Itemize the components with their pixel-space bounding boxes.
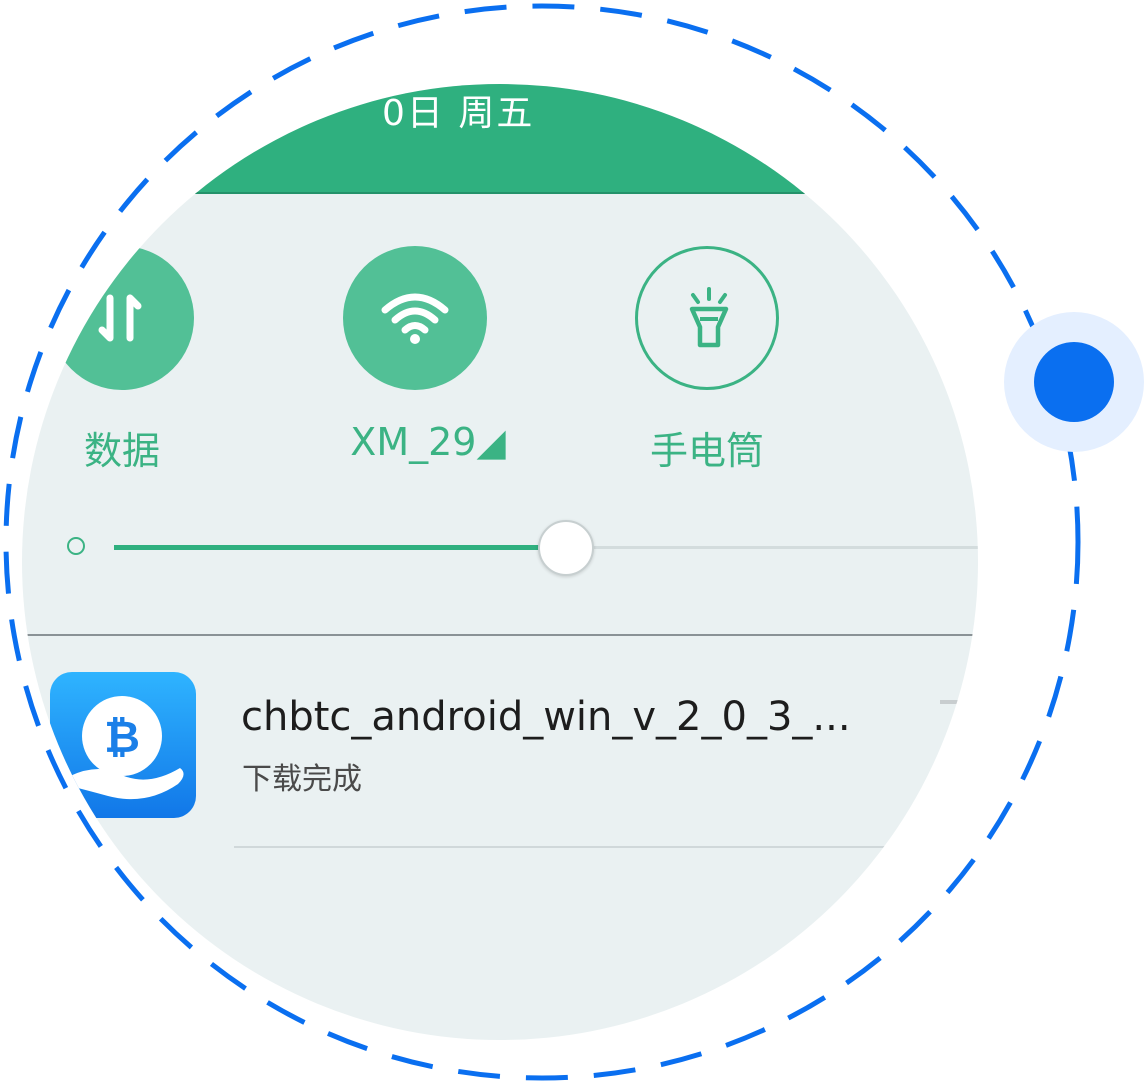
mobile-data-icon xyxy=(98,294,142,342)
header-date: 0日 周五 xyxy=(382,93,535,134)
section-divider xyxy=(22,634,978,636)
brightness-slider-thumb[interactable] xyxy=(538,520,594,576)
toggle-mobile-data[interactable] xyxy=(50,246,194,390)
svg-text:₿: ₿ xyxy=(104,712,140,763)
toggle-wifi[interactable] xyxy=(343,246,487,390)
flashlight-icon xyxy=(689,287,729,348)
notification-title[interactable]: chbtc_android_win_v_2_0_3_... xyxy=(241,694,851,740)
notification-subtitle: 下载完成 xyxy=(242,762,362,797)
status-header: 0日 周五 xyxy=(22,84,978,194)
toggle-label-mobile-data: 数据 xyxy=(83,429,160,473)
bitcoin-hand-app-icon[interactable]: ₿ xyxy=(50,672,196,818)
toggle-label-wifi: XM_29◢ xyxy=(350,420,506,464)
notification-divider xyxy=(234,846,978,848)
brightness-low-icon xyxy=(67,537,85,555)
indicator-dot xyxy=(1034,342,1114,422)
wifi-icon xyxy=(381,293,449,344)
notification-trailing-glyph xyxy=(940,700,970,704)
toggle-label-flashlight: 手电筒 xyxy=(649,429,764,473)
brightness-slider-fill xyxy=(114,545,566,550)
magnifier-lens: 0日 周五 数据 XM_29◢ 手电筒 ₿ chbtc_android_win_… xyxy=(22,84,978,1040)
notification-shade: 0日 周五 数据 XM_29◢ 手电筒 ₿ chbtc_android_win_… xyxy=(22,84,978,1040)
toggle-flashlight[interactable] xyxy=(635,246,779,390)
